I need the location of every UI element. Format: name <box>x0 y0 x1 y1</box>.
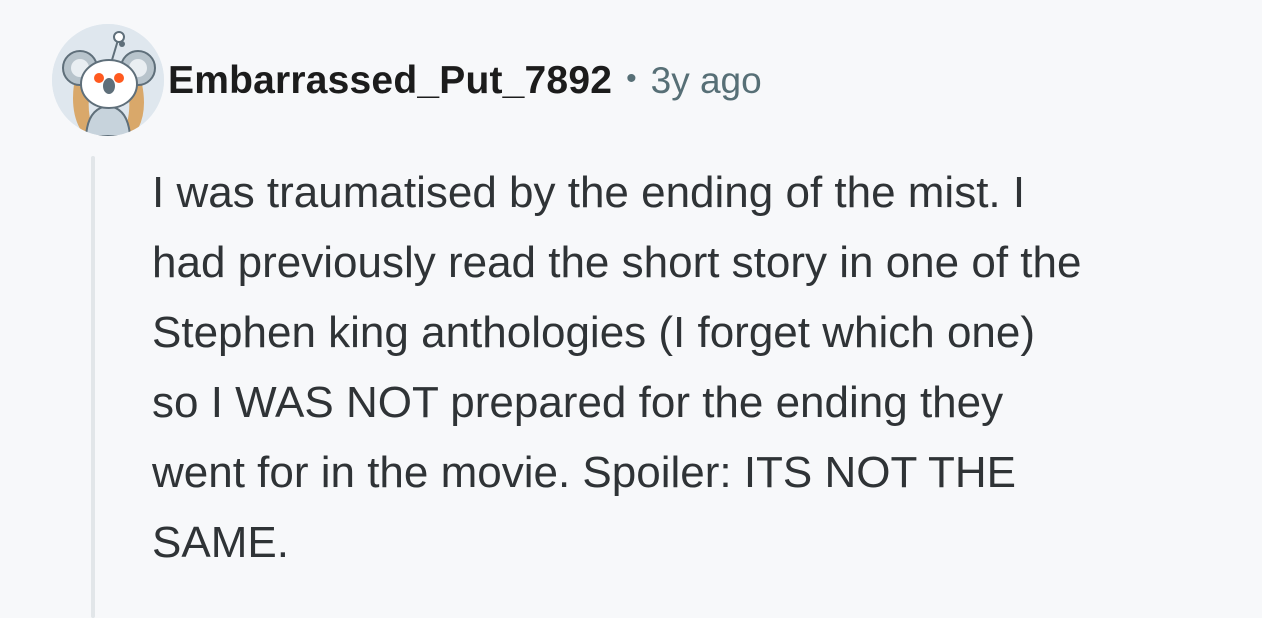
comment-body-line: went for in the movie. Spoiler: ITS NOT … <box>152 448 1017 497</box>
comment-body-line: so I WAS NOT prepared for the ending the… <box>152 378 1004 427</box>
comment-body-line: SAME. <box>152 518 289 567</box>
meta-separator: • <box>626 62 637 95</box>
comment-body-line: Stephen king anthologies (I forget which… <box>152 308 1036 357</box>
comment-body-line: I was traumatised by the ending of the m… <box>152 168 1026 217</box>
comment-body: I was traumatised by the ending of the m… <box>152 158 1252 578</box>
comment-body-line: had previously read the short story in o… <box>152 238 1082 287</box>
thread-line[interactable] <box>91 156 95 618</box>
avatar[interactable] <box>52 24 164 136</box>
snoo-koala-avatar-icon <box>52 24 164 136</box>
comment: Embarrassed_Put_7892 • 3y ago I was trau… <box>0 0 1262 618</box>
comment-meta: Embarrassed_Put_7892 • 3y ago <box>168 56 762 106</box>
comment-age[interactable]: 3y ago <box>651 60 762 102</box>
author-username[interactable]: Embarrassed_Put_7892 <box>168 59 612 103</box>
